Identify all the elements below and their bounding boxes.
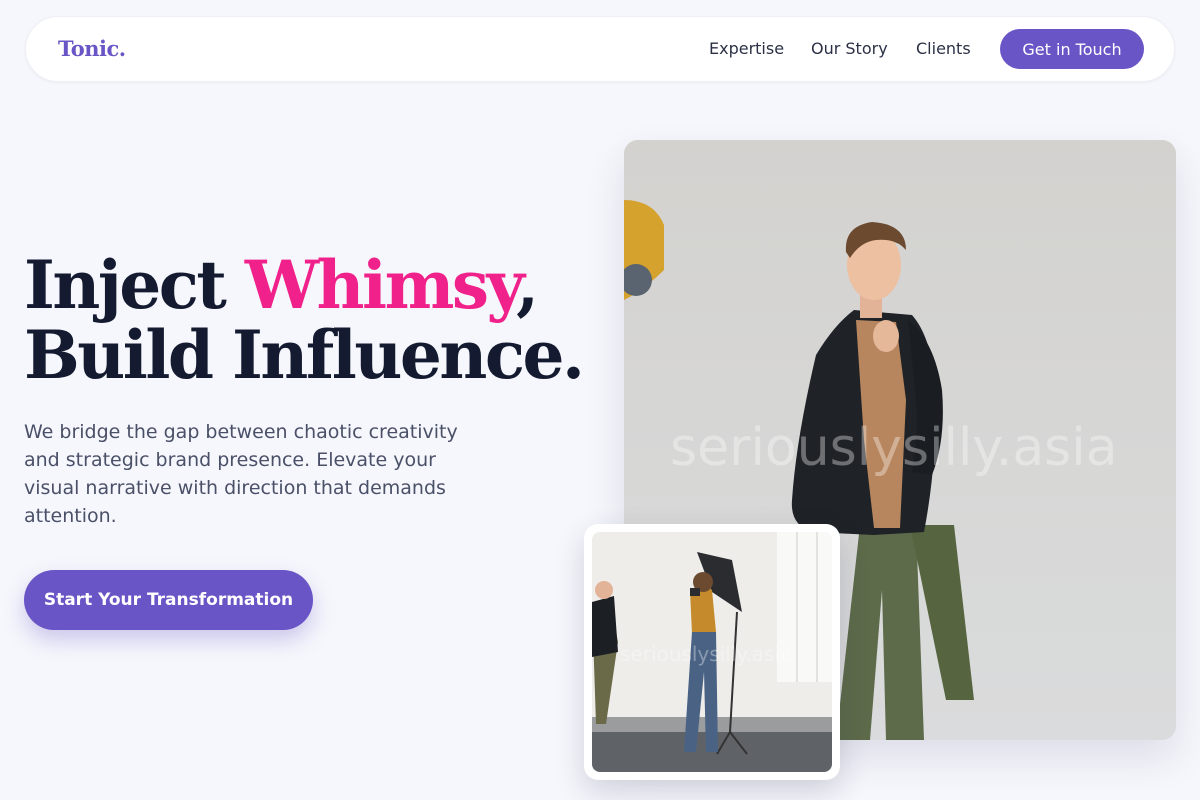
hero-headline: Inject Whimsy, Build Influence. bbox=[24, 250, 604, 390]
studio-photo: seriouslysilly.asia bbox=[592, 532, 832, 772]
nav-link-expertise[interactable]: Expertise bbox=[709, 39, 784, 58]
logo[interactable]: Tonic. bbox=[58, 36, 126, 61]
start-transformation-button[interactable]: Start Your Transformation bbox=[24, 570, 313, 630]
hero-lead: We bridge the gap between chaotic creati… bbox=[24, 421, 458, 527]
watermark-main: seriouslysilly.asia bbox=[670, 418, 1118, 478]
get-in-touch-button[interactable]: Get in Touch bbox=[1000, 29, 1144, 69]
headline-part2: , bbox=[516, 246, 539, 324]
nav-link-our-story[interactable]: Our Story bbox=[811, 39, 888, 58]
headline-line2: Build Influence. bbox=[24, 316, 585, 394]
headline-part1: Inject bbox=[24, 246, 245, 324]
nav-link-clients[interactable]: Clients bbox=[916, 39, 971, 58]
navbar: Tonic. Expertise Our Story Clients Get i… bbox=[25, 16, 1175, 82]
headline-accent: Whimsy bbox=[244, 246, 519, 324]
inset-photo-card: seriouslysilly.asia bbox=[584, 524, 840, 780]
watermark-inset: seriouslysilly.asia bbox=[620, 642, 793, 666]
